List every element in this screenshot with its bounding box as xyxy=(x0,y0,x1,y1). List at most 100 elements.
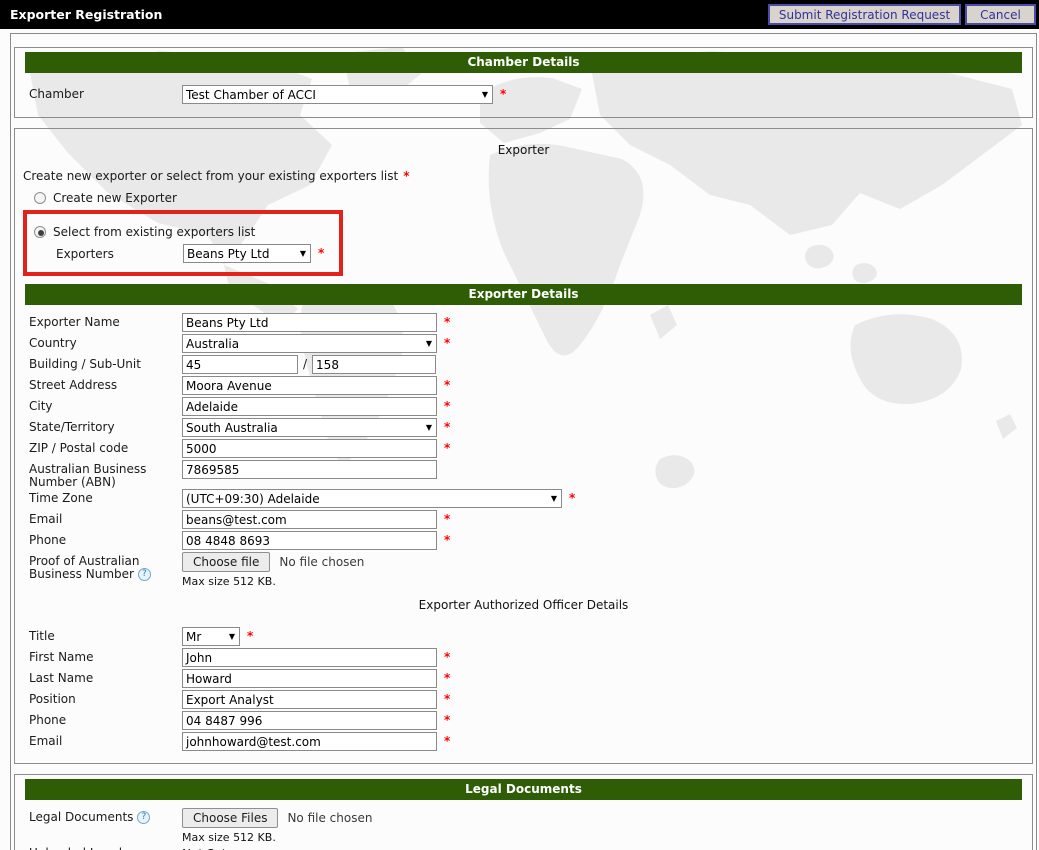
legal-documents-label: Legal Documents xyxy=(29,810,133,824)
uploaded-legal-documents-label: Uploaded Legal Documents xyxy=(29,846,122,850)
field-control: Choose FilesNo file chosenMax size 512 K… xyxy=(182,808,372,844)
prompt-text: Create new exporter or select from your … xyxy=(23,169,398,183)
form-row-street-address: Street Address Moora Avenue * xyxy=(29,376,1032,397)
required-asterisk: * xyxy=(444,376,450,392)
city-input[interactable]: Adelaide xyxy=(182,397,437,416)
field-label: Email xyxy=(29,732,182,748)
state-territory-label: State/Territory xyxy=(29,420,115,434)
file-size-note: Max size 512 KB. xyxy=(182,831,372,844)
field-control: 7869585 xyxy=(182,460,437,479)
first-name-input[interactable]: John xyxy=(182,648,437,667)
form-row-email: Emailjohnhoward@test.com * xyxy=(29,732,1032,753)
exporter-subheader: Exporter xyxy=(15,129,1032,157)
radio-button-icon[interactable] xyxy=(34,192,46,204)
phone-input[interactable]: 08 4848 8693 xyxy=(182,531,437,550)
field-label: Position xyxy=(29,690,182,706)
form-row-city: City Adelaide* xyxy=(29,397,1032,418)
field-control: 04 8487 996* xyxy=(182,711,450,730)
section-header-text: Exporter Details xyxy=(469,287,579,301)
position-input[interactable]: Export Analyst xyxy=(182,690,437,709)
legal-documents-choose-file-button[interactable]: Choose Files xyxy=(182,808,278,828)
selected-value: Mr xyxy=(186,629,201,645)
email-input[interactable]: beans@test.com xyxy=(182,510,437,529)
chevron-down-icon: ▼ xyxy=(300,246,307,262)
exporters-select[interactable]: Beans Pty Ltd ▼ xyxy=(183,244,311,263)
submit-registration-button[interactable]: Submit Registration Request xyxy=(768,4,961,25)
field-control: Australia▼* xyxy=(182,334,450,353)
required-asterisk: * xyxy=(444,732,450,748)
form-row-exporter-name: Exporter NameBeans Pty Ltd * xyxy=(29,313,1032,334)
form-row-title: Title Mr▼* xyxy=(29,627,1032,648)
form-container: Chamber Details ChamberTest Chamber of A… xyxy=(10,33,1037,850)
form-row-phone: Phone08 4848 8693 * xyxy=(29,531,1032,552)
field-label: Phone xyxy=(29,531,182,547)
zip-postal-code-input[interactable]: 5000 xyxy=(182,439,437,458)
field-label: Last Name xyxy=(29,669,182,685)
phone-label: Phone xyxy=(29,713,66,727)
city-label: City xyxy=(29,399,53,413)
exporter-section: Exporter Create new exporter or select f… xyxy=(14,128,1033,764)
field-control: Export Analyst* xyxy=(182,690,450,709)
time-zone-select[interactable]: (UTC+09:30) Adelaide▼ xyxy=(182,489,562,508)
state-territory-select[interactable]: South Australia▼ xyxy=(182,418,437,437)
help-icon[interactable]: ? xyxy=(137,811,150,824)
required-asterisk: * xyxy=(444,313,450,329)
radio-select-existing-exporter[interactable]: Select from existing exporters list xyxy=(27,223,339,241)
building-sub-unit-label: Building / Sub-Unit xyxy=(29,357,141,371)
form-row-zip-postal-code: ZIP / Postal code5000* xyxy=(29,439,1032,460)
form-row-uploaded-legal-documents: Uploaded Legal Documents Not Set xyxy=(29,844,1032,850)
field-control: John* xyxy=(182,648,450,667)
officer-details-subheader: Exporter Authorized Officer Details xyxy=(15,598,1032,612)
required-asterisk: * xyxy=(500,85,506,101)
australian-business-number-abn-input[interactable]: 7869585 xyxy=(182,460,437,479)
form-row-time-zone: Time Zone(UTC+09:30) Adelaide▼* xyxy=(29,489,1032,510)
field-control: Test Chamber of ACCI▼ * xyxy=(182,85,506,104)
field-control: Mr▼* xyxy=(182,627,253,646)
field-label: Email xyxy=(29,510,182,526)
chevron-down-icon: ▼ xyxy=(482,87,489,103)
required-asterisk: * xyxy=(444,418,450,434)
field-label: Chamber xyxy=(29,85,182,101)
email-label: Email xyxy=(29,512,62,526)
title-select[interactable]: Mr▼ xyxy=(182,627,240,646)
section-header-text: Legal Documents xyxy=(465,782,582,796)
field-label: First Name xyxy=(29,648,182,664)
field-label: Australian Business Number (ABN) xyxy=(29,460,182,489)
street-address-label: Street Address xyxy=(29,378,117,392)
exporter-choice-area: Create new exporter or select from your … xyxy=(15,169,1032,276)
chamber-details-section: Chamber Details ChamberTest Chamber of A… xyxy=(14,47,1033,118)
last-name-label: Last Name xyxy=(29,671,93,685)
chamber-select[interactable]: Test Chamber of ACCI▼ xyxy=(182,85,493,104)
building-sub-unit-input-1[interactable]: 45 xyxy=(182,355,298,374)
field-label: Exporter Name xyxy=(29,313,182,329)
building-sub-unit-input-2[interactable]: 158 xyxy=(312,355,436,374)
title-label: Title xyxy=(29,629,55,643)
radio-button-icon[interactable] xyxy=(34,226,46,238)
required-asterisk: * xyxy=(444,531,450,547)
radio-create-new-exporter[interactable]: Create new Exporter xyxy=(23,189,1032,207)
field-label: Legal Documents? xyxy=(29,808,182,826)
proof-of-australian-business-number-choose-file-button[interactable]: Choose file xyxy=(182,552,270,572)
field-label: Uploaded Legal Documents xyxy=(29,844,182,850)
field-label: City xyxy=(29,397,182,413)
form-row-last-name: Last NameHoward* xyxy=(29,669,1032,690)
last-name-input[interactable]: Howard xyxy=(182,669,437,688)
uploaded-legal-documents-value: Not Set xyxy=(182,844,227,850)
chevron-down-icon: ▼ xyxy=(426,420,433,436)
cancel-button[interactable]: Cancel xyxy=(965,4,1036,25)
field-label: Street Address xyxy=(29,376,182,392)
selected-value: (UTC+09:30) Adelaide xyxy=(186,491,320,507)
phone-input[interactable]: 04 8487 996 xyxy=(182,711,437,730)
chamber-label: Chamber xyxy=(29,87,84,101)
field-control: Choose fileNo file chosenMax size 512 KB… xyxy=(182,552,364,588)
exporter-name-input[interactable]: Beans Pty Ltd xyxy=(182,313,437,332)
legal-documents-section: Legal Documents Legal Documents?Choose F… xyxy=(14,774,1033,850)
help-icon[interactable]: ? xyxy=(138,568,151,581)
country-select[interactable]: Australia▼ xyxy=(182,334,437,353)
email-input[interactable]: johnhoward@test.com xyxy=(182,732,437,751)
title-bar: Exporter Registration Submit Registratio… xyxy=(0,0,1039,29)
field-control: South Australia▼ * xyxy=(182,418,450,437)
field-control: Adelaide* xyxy=(182,397,450,416)
page-title: Exporter Registration xyxy=(10,7,162,22)
street-address-input[interactable]: Moora Avenue xyxy=(182,376,437,395)
